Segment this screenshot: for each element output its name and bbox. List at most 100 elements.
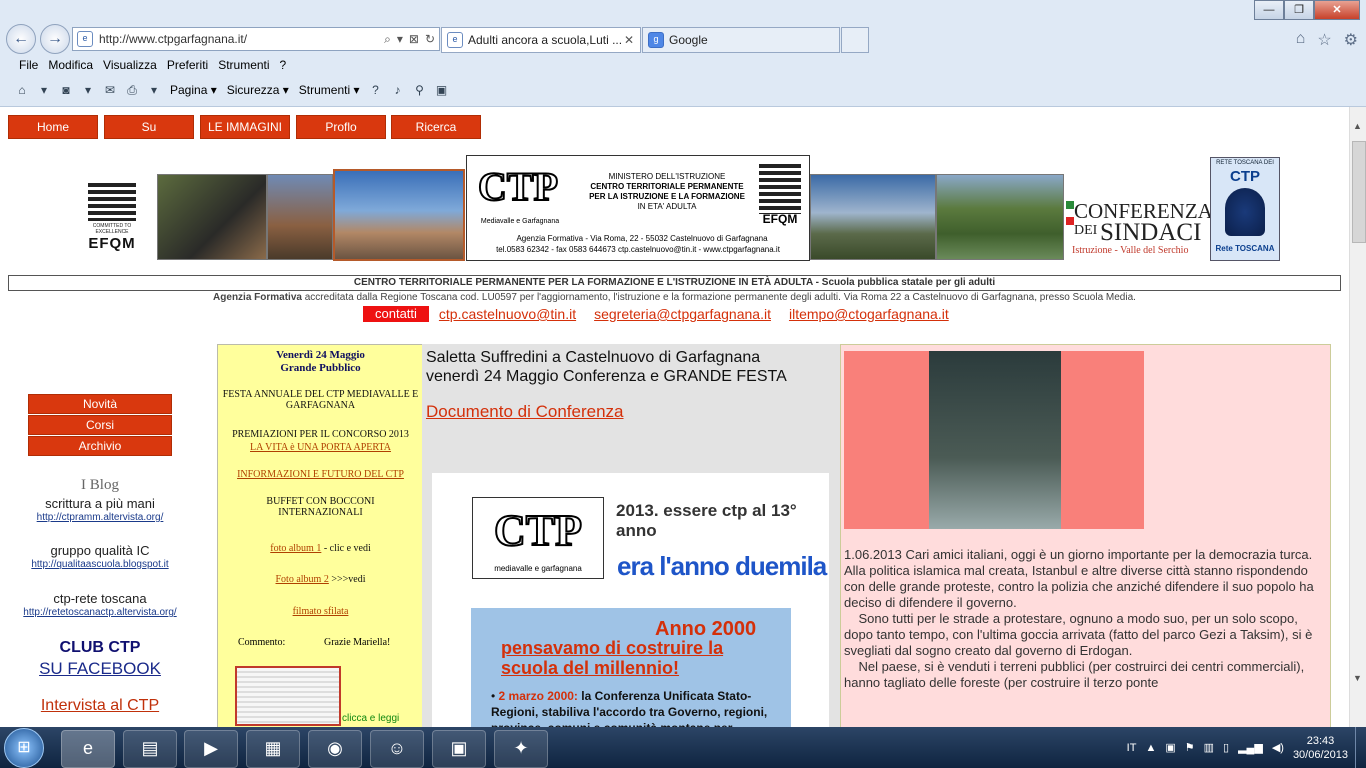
compatibility-icon[interactable]: ⊠ (409, 32, 419, 47)
dropdown-icon[interactable]: ▾ (146, 82, 162, 98)
language-indicator[interactable]: IT (1127, 742, 1137, 754)
rss-icon[interactable]: ◙ (58, 82, 74, 98)
forward-button[interactable]: → (40, 24, 70, 54)
blog-title: gruppo qualità IC (50, 543, 150, 558)
tab-close-icon[interactable]: ✕ (624, 33, 634, 47)
addon-icon[interactable]: ▣ (434, 82, 450, 98)
volume-icon[interactable]: ◀) (1272, 741, 1284, 754)
town-photo[interactable] (333, 169, 465, 261)
mountain-photo[interactable] (810, 174, 936, 260)
window-controls: — ❐ ✕ (1254, 0, 1360, 20)
email-link[interactable]: ctp.castelnuovo@tin.it (439, 306, 576, 322)
show-desktop-button[interactable] (1355, 727, 1366, 768)
email-link[interactable]: iltempo@ctogarfagnana.it (789, 306, 949, 322)
nav-home[interactable]: Home (8, 115, 98, 139)
show-hidden-icons[interactable]: ▲ (1145, 742, 1156, 754)
ie-page-icon: e (77, 31, 93, 47)
castle-photo[interactable] (267, 174, 333, 260)
nav-profilo[interactable]: Proflo (296, 115, 386, 139)
network-icon[interactable]: ▥ (1204, 741, 1214, 754)
help-icon[interactable]: ? (368, 82, 384, 98)
battery-icon[interactable]: ▯ (1223, 741, 1229, 754)
flag-icon[interactable]: ⚑ (1185, 741, 1195, 754)
page-scrollbar[interactable]: ▲ ▼ (1349, 107, 1366, 727)
blog-link[interactable]: http://ctpramm.altervista.org/ (0, 512, 200, 523)
email-link[interactable]: segreteria@ctpgarfagnana.it (594, 306, 771, 322)
dropdown-icon[interactable]: ▾ (397, 32, 403, 47)
side-novita[interactable]: Novità (28, 394, 172, 414)
tab-google[interactable]: g Google (642, 27, 840, 53)
album2-link[interactable]: Foto album 2 (276, 574, 329, 585)
menu-preferiti[interactable]: Preferiti (162, 58, 213, 72)
menu-visualizza[interactable]: Visualizza (98, 58, 162, 72)
rete-bottom: Rete TOSCANA (1215, 244, 1275, 253)
scroll-thumb[interactable] (1352, 141, 1366, 243)
search-icon[interactable]: ⌕ (384, 32, 391, 47)
taskbar-firefox[interactable]: ◉ (308, 730, 362, 768)
nav-ricerca[interactable]: Ricerca (391, 115, 481, 139)
settings-gear-icon[interactable]: ⚙ (1344, 30, 1358, 50)
strumenti-menu[interactable]: Strumenti ▾ (297, 83, 362, 97)
new-tab-button[interactable] (841, 27, 869, 53)
favorites-star-icon[interactable]: ☆ (1317, 30, 1331, 50)
nav-su[interactable]: Su (104, 115, 194, 139)
menu-file[interactable]: File (14, 58, 43, 72)
valley-photo[interactable] (936, 174, 1064, 260)
taskbar-app2[interactable]: ▣ (432, 730, 486, 768)
menu-help[interactable]: ? (275, 58, 292, 72)
start-button[interactable]: ⊞ (4, 728, 44, 768)
taskbar-explorer[interactable]: ▤ (123, 730, 177, 768)
filmato-link[interactable]: filmato sfilata (293, 606, 349, 617)
protest-photo[interactable] (929, 351, 1061, 529)
taskbar-messenger[interactable]: ☺ (370, 730, 424, 768)
maximize-button[interactable]: ❐ (1284, 0, 1314, 20)
blog-link[interactable]: http://qualitaascuola.blogspot.it (0, 559, 200, 570)
club-ctp[interactable]: CLUB CTP (0, 639, 200, 657)
article-paragraph: 1.06.2013 Cari amici italiani, oggi è un… (844, 547, 1313, 562)
scroll-down-icon[interactable]: ▼ (1353, 673, 1362, 683)
train-photo[interactable] (157, 174, 267, 260)
back-button[interactable]: ← (6, 24, 36, 54)
dropdown-icon[interactable]: ▾ (80, 82, 96, 98)
interview-link[interactable]: Intervista al CTP (0, 697, 200, 715)
comment-thumbnail[interactable] (235, 666, 341, 726)
address-bar[interactable]: e http://www.ctpgarfagnana.it/ ⌕ ▾ ⊠ ↻ (72, 27, 440, 51)
poster-ctp-text: CTP (493, 505, 583, 556)
close-button[interactable]: ✕ (1314, 0, 1360, 20)
tab-ctp[interactable]: e Adulti ancora a scuola,Luti ... ✕ (441, 27, 641, 53)
nav-le-immagini[interactable]: LE IMMAGINI (200, 115, 290, 139)
taskbar-media[interactable]: ▶ (184, 730, 238, 768)
album1-link[interactable]: foto album 1 (270, 543, 321, 554)
research-icon[interactable]: ♪ (390, 82, 406, 98)
print-icon[interactable]: ⎙ (124, 82, 140, 98)
dropdown-icon[interactable]: ▾ (36, 82, 52, 98)
minimize-button[interactable]: — (1254, 0, 1284, 20)
side-corsi[interactable]: Corsi (28, 415, 172, 435)
scroll-up-icon[interactable]: ▲ (1353, 121, 1362, 131)
taskbar-app[interactable]: ▦ (246, 730, 300, 768)
taskbar-app3[interactable]: ✦ (494, 730, 548, 768)
blog-title: ctp-rete toscana (53, 591, 147, 606)
side-archivio[interactable]: Archivio (28, 436, 172, 456)
pagina-menu[interactable]: Pagina ▾ (168, 83, 219, 97)
blog-link[interactable]: http://retetoscanactp.altervista.org/ (0, 607, 200, 618)
clock[interactable]: 23:43 30/06/2013 (1293, 734, 1348, 762)
poster-anno-2000[interactable]: Anno 2000 pensavamo di costruire la scuo… (471, 608, 791, 727)
address-url[interactable]: http://www.ctpgarfagnana.it/ (99, 32, 384, 46)
taskbar-ie[interactable]: e (61, 730, 115, 768)
tray-app-icon[interactable]: ▣ (1165, 741, 1175, 754)
info-link[interactable]: INFORMAZIONI E FUTURO DEL CTP (237, 469, 404, 480)
facebook-link[interactable]: SU FACEBOOK (0, 659, 200, 679)
refresh-icon[interactable]: ↻ (425, 32, 435, 47)
home-icon[interactable]: ⌂ (1296, 30, 1306, 50)
translate-icon[interactable]: ⚲ (412, 82, 428, 98)
signal-icon[interactable]: ▂▄▆ (1238, 741, 1263, 754)
mail-icon[interactable]: ✉ (102, 82, 118, 98)
menu-modifica[interactable]: Modifica (43, 58, 98, 72)
home-icon[interactable]: ⌂ (14, 82, 30, 98)
sicurezza-menu[interactable]: Sicurezza ▾ (225, 83, 291, 97)
vita-link[interactable]: LA VITA è UNA PORTA APERTA (250, 442, 391, 453)
document-link[interactable]: Documento di Conferenza (426, 402, 624, 422)
clicca-label[interactable]: clicca e leggi (342, 713, 399, 724)
menu-strumenti[interactable]: Strumenti (213, 58, 274, 72)
